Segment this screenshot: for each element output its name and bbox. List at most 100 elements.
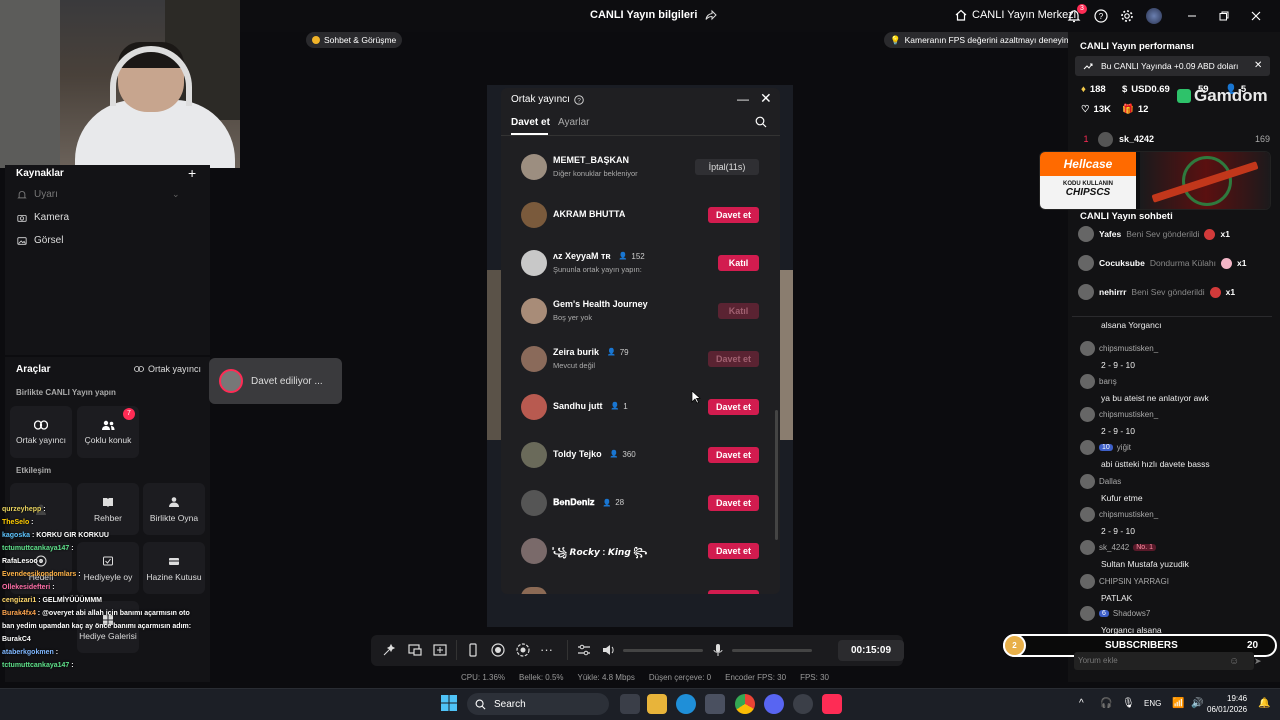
add-source-icon[interactable]: + <box>188 165 196 181</box>
source-camera[interactable]: Kamera <box>17 212 69 223</box>
comment-input[interactable]: Yorum ekle <box>1074 652 1254 670</box>
co-host-name-row: Toldy Tejko 👤 360 <box>553 449 636 459</box>
invite-button[interactable]: Davet et <box>708 399 759 415</box>
search-icon[interactable] <box>755 116 767 128</box>
sliders-icon[interactable] <box>576 642 592 658</box>
source-image[interactable]: Görsel <box>17 235 63 246</box>
avatar <box>521 250 547 276</box>
minimize-icon[interactable] <box>1184 8 1200 24</box>
emoji-icon[interactable]: ☺ <box>1229 656 1239 667</box>
chat-message: chipsmustisken_ 2 - 9 - 10 <box>1080 507 1158 536</box>
avatar <box>521 490 547 516</box>
task-view-icon[interactable] <box>620 694 640 714</box>
join-button[interactable]: Katıl <box>718 303 759 319</box>
more-icon[interactable]: ··· <box>540 642 553 657</box>
tab-invite[interactable]: Davet et <box>511 117 550 128</box>
overlay-chat-sep: : <box>37 558 43 565</box>
gamdom-logo-text: Gamdom <box>1194 86 1268 105</box>
tiktok-live-studio-icon[interactable] <box>822 694 842 714</box>
overlay-chat-text: GELMİYÜÜÜMMM <box>42 597 102 604</box>
info-icon[interactable]: ? <box>574 94 584 105</box>
avatar <box>521 298 547 324</box>
cancel-invite-button[interactable]: İptal(11s) <box>695 159 759 175</box>
level-badge: 10 <box>1099 444 1113 451</box>
app-icon[interactable] <box>793 694 813 714</box>
invite-button[interactable]: Davet et <box>708 495 759 511</box>
taskbar-search[interactable]: Search <box>467 693 609 715</box>
co-host-link[interactable]: Ortak yayıncı <box>134 364 201 374</box>
clip-icon[interactable] <box>515 642 531 658</box>
invite-button[interactable]: Davet et <box>708 543 759 559</box>
webcam-wall <box>0 0 60 168</box>
layout-icon[interactable] <box>432 642 448 658</box>
tray-chevron-icon[interactable]: ^ <box>1079 698 1084 709</box>
wifi-icon[interactable]: 📶 <box>1172 698 1184 709</box>
overlay-chat-user: Evendeesikondomlars <box>2 571 77 578</box>
overlay-chat-line: ban yedim upamdan kaç ay önce banımı aça… <box>2 620 202 633</box>
restore-icon[interactable] <box>1216 8 1232 24</box>
avatar <box>1080 574 1095 589</box>
close-icon[interactable] <box>1248 8 1264 24</box>
live-info-label: CANLI Yayın bilgileri <box>590 9 698 21</box>
svg-text:?: ? <box>577 97 581 104</box>
co-host-status: Boş yer yok <box>553 313 593 322</box>
gear-icon[interactable] <box>1119 8 1135 24</box>
co-host-name: AKRAM BHUTTA <box>553 209 626 219</box>
modal-scrollbar[interactable] <box>775 410 778 540</box>
send-icon[interactable]: ➤ <box>1254 656 1262 667</box>
overlay-chat-user: Ollekesidefteri <box>2 584 51 591</box>
file-explorer-icon[interactable] <box>647 694 667 714</box>
mic-tray-icon[interactable]: 🎙 <box>1122 698 1135 709</box>
co-host-tool[interactable]: Ortak yayıncı <box>10 406 72 458</box>
heart-icon: ♡ <box>1081 104 1090 115</box>
gamdom-logo-icon <box>1177 89 1191 103</box>
top-gifter-row[interactable]: 1 sk_4242 169 <box>1080 128 1270 150</box>
co-host-row: ʌz XeyyaM ᴛʀ 👤 152 Şununla ortak yayın yapı… <box>521 248 761 278</box>
discord-icon[interactable] <box>764 694 784 714</box>
windows-start-icon[interactable] <box>441 695 457 711</box>
screen-share-icon[interactable] <box>407 642 423 658</box>
help-icon[interactable]: ? <box>1093 8 1109 24</box>
phone-icon[interactable] <box>465 642 481 658</box>
system-clock[interactable]: 19:46 06/01/2026 <box>1207 693 1247 715</box>
join-button[interactable]: Katıl <box>718 255 759 271</box>
source-alert[interactable]: Uyarı <box>17 189 58 200</box>
invite-button[interactable]: Davet et <box>708 207 759 223</box>
store-icon[interactable] <box>705 694 725 714</box>
edge-icon[interactable] <box>676 694 696 714</box>
modal-minimize-icon[interactable]: — <box>737 92 749 106</box>
chat-user-row: chipsmustisken_ <box>1080 341 1158 356</box>
speaker-icon[interactable] <box>601 642 617 658</box>
microphone-icon[interactable] <box>710 642 726 658</box>
svg-text:?: ? <box>1099 12 1104 21</box>
gift-multiplier: x1 <box>1225 287 1236 297</box>
language-indicator[interactable]: ENG <box>1144 699 1161 708</box>
volume-slider[interactable] <box>623 649 703 652</box>
chat-pill[interactable]: Sohbet & Görüşme <box>306 32 403 48</box>
chevron-down-icon[interactable]: ⌄ <box>172 189 180 200</box>
share-icon[interactable] <box>705 9 718 21</box>
magic-wand-icon[interactable] <box>381 642 397 658</box>
profile-avatar[interactable] <box>1146 8 1162 24</box>
mic-slider[interactable] <box>732 649 812 652</box>
banner-close-icon[interactable]: ✕ <box>1254 60 1262 71</box>
chrome-icon[interactable] <box>735 694 755 714</box>
gift-event: Yafes Beni Sev gönderildi x1 <box>1078 226 1230 242</box>
invite-button[interactable]: Davet et <box>708 447 759 463</box>
overlay-chat-sep: : <box>76 571 81 578</box>
chat-text: ya bu ateist ne anlatıyor awk <box>1101 393 1209 403</box>
live-info-title[interactable]: CANLI Yayın bilgileri <box>590 9 718 21</box>
volume-tray-icon[interactable]: 🔊 <box>1191 698 1203 709</box>
overlay-chat-user: RafaLesoo <box>2 558 38 565</box>
gamdom-watermark: Gamdom <box>1177 86 1268 106</box>
invite-button[interactable]: Davet et <box>708 351 759 367</box>
modal-close-icon[interactable]: ✕ <box>760 90 772 107</box>
chat-user: CHIPSIN YARRAGI <box>1099 577 1169 586</box>
follower-count: 28 <box>615 498 625 507</box>
headset-icon[interactable]: 🎧 <box>1100 698 1112 709</box>
invite-button-partial[interactable] <box>708 590 759 594</box>
live-center-link[interactable]: CANLI Yayın Merkezi <box>955 9 1076 21</box>
record-icon[interactable] <box>490 642 506 658</box>
tab-settings[interactable]: Ayarlar <box>558 117 590 128</box>
notification-bell-tray-icon[interactable]: 🔔 <box>1258 698 1270 709</box>
